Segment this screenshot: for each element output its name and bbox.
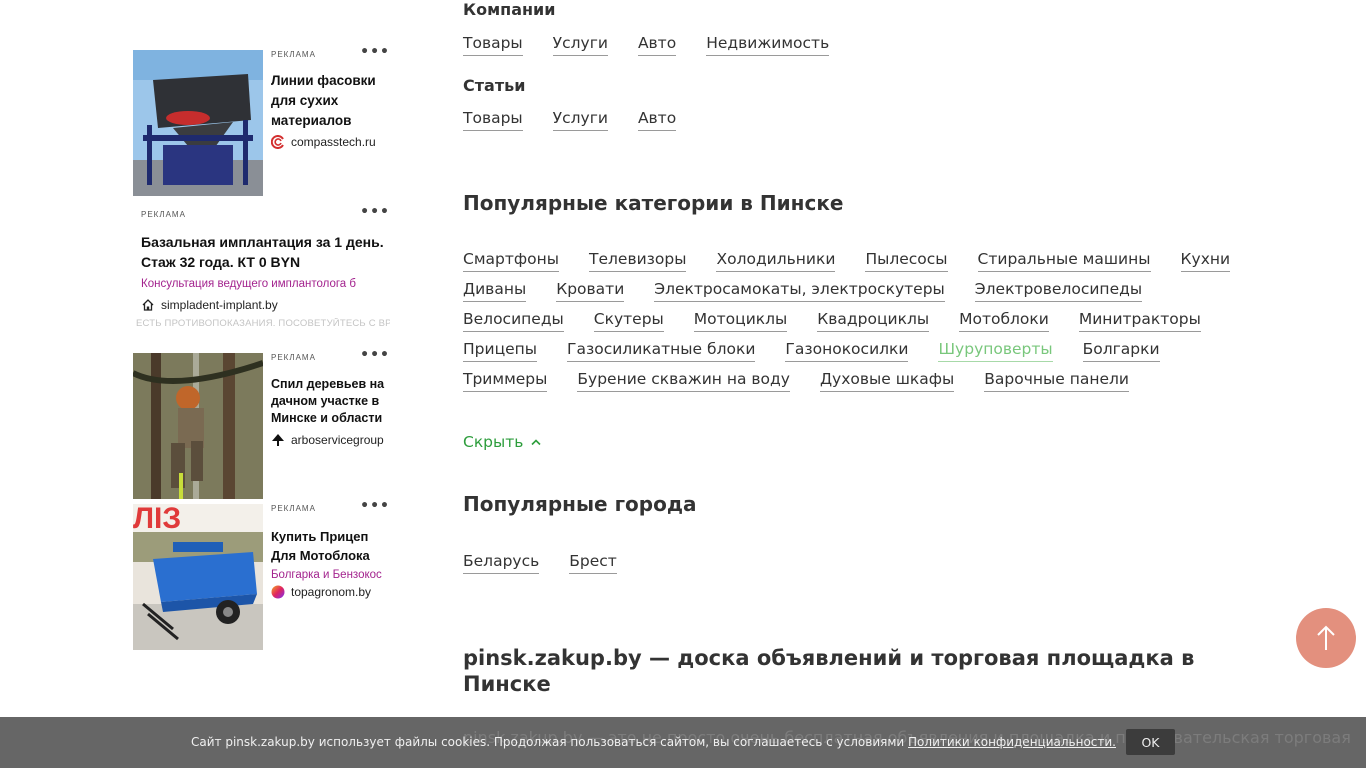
ad-image[interactable]: ЛІЗ [133,504,263,650]
ad-image[interactable] [133,353,263,499]
ad-subtitle[interactable]: Консультация ведущего имплантолога б [141,278,385,290]
cookie-ok-button[interactable]: OK [1126,729,1175,755]
hide-label: Скрыть [463,433,524,451]
popular-cities-title: Популярные города [463,492,697,516]
ad-domain-text: topagronom.by [291,585,372,599]
compass-logo-icon [271,135,284,149]
category-link[interactable]: Кровати [556,278,625,302]
category-link[interactable]: Триммеры [463,368,548,392]
tree-icon [272,434,284,446]
companies-link-goods[interactable]: Товары [463,32,523,56]
hide-categories-button[interactable]: Скрыть [463,433,542,451]
category-link[interactable]: Пылесосы [865,248,948,272]
articles-link-goods[interactable]: Товары [463,107,523,131]
ad-card[interactable]: РЕКЛАМА ••• Линии фасовки для сухих мате… [133,44,390,196]
companies-link-auto[interactable]: Авто [637,32,677,56]
cookie-message: Сайт pinsk.zakup.by использует файлы coo… [191,735,905,749]
ad-disclaimer: ЕСТЬ ПРОТИВОПОКАЗАНИЯ. ПОСОВЕТУЙТЕСЬ С В… [136,318,390,329]
popular-categories-links: Смартфоны Телевизоры Холодильники Пылесо… [463,248,1243,392]
ad-card[interactable]: РЕКЛАМА ••• Базальная имплантация за 1 д… [136,204,390,350]
companies-links: Товары Услуги Авто Недвижимость [463,32,1243,56]
more-options-icon[interactable]: ••• [360,347,390,363]
ad-card[interactable]: РЕКЛАМА ••• Спил деревьев на дачном учас… [133,347,390,499]
city-link-brest[interactable]: Брест [569,550,617,574]
svg-text:ЛІЗ: ЛІЗ [133,504,181,535]
category-link[interactable]: Телевизоры [589,248,687,272]
category-link[interactable]: Стиральные машины [977,248,1151,272]
more-options-icon[interactable]: ••• [360,498,390,514]
category-link[interactable]: Бурение скважин на воду [577,368,790,392]
category-link[interactable]: Газосиликатные блоки [567,338,756,362]
category-link[interactable]: Газонокосилки [785,338,909,362]
ad-domain-text: simpladent-implant.by [161,298,278,312]
privacy-policy-link[interactable]: Политики конфиденциальности. [908,735,1116,749]
articles-links: Товары Услуги Авто [463,107,1243,131]
category-link[interactable]: Смартфоны [463,248,559,272]
category-link[interactable]: Скутеры [593,308,664,332]
ad-image[interactable] [133,50,263,196]
ad-domain-text: arboservicegroup [291,433,384,447]
companies-link-realty[interactable]: Недвижимость [706,32,830,56]
category-link[interactable]: Велосипеды [463,308,564,332]
popular-categories-title: Популярные категории в Пинске [463,191,844,215]
ad-domain[interactable]: simpladent-implant.by [141,298,390,312]
chevron-up-icon [531,439,542,446]
arrow-up-icon [1317,625,1335,650]
category-link[interactable]: Электровелосипеды [974,278,1143,302]
home-icon [142,299,154,311]
city-link-belarus[interactable]: Беларусь [463,550,540,574]
category-link[interactable]: Духовые шкафы [819,368,955,392]
cookie-text: Сайт pinsk.zakup.by использует файлы coo… [191,735,1116,749]
more-options-icon[interactable]: ••• [360,44,390,60]
category-link[interactable]: Холодильники [716,248,836,272]
ad-domain[interactable]: arboservicegroup [271,433,390,447]
section-title-articles: Статьи [463,76,526,95]
ad-card[interactable]: ЛІЗ РЕКЛАМА ••• Купить Прицеп Для Мотобл… [133,498,390,650]
topagronom-logo-icon [271,585,285,599]
ad-text: РЕКЛАМА ••• Линии фасовки для сухих мате… [271,44,390,149]
section-title-companies: Компании [463,0,556,19]
ad-subtitle[interactable]: Болгарка и Бензокос [271,569,390,581]
ad-title[interactable]: Базальная имплантация за 1 день. Стаж 32… [141,232,390,272]
category-link[interactable]: Кухни [1180,248,1231,272]
popular-cities-links: Беларусь Брест [463,550,1243,574]
category-link[interactable]: Варочные панели [984,368,1129,392]
ad-domain-text: compasstech.ru [291,135,376,149]
ad-text: РЕКЛАМА ••• Купить Прицеп Для Мотоблока … [271,498,390,599]
category-link[interactable]: Мотоблоки [959,308,1049,332]
ad-text: РЕКЛАМА ••• Спил деревьев на дачном учас… [271,347,390,447]
site-title: pinsk.zakup.by — доска объявлений и торг… [463,646,1195,696]
category-link-active[interactable]: Шуруповерты [938,338,1053,362]
category-link[interactable]: Квадроциклы [817,308,930,332]
ad-title[interactable]: Спил деревьев на дачном участке в Минске… [271,376,390,427]
category-link[interactable]: Электросамокаты, электроскутеры [654,278,945,302]
ad-domain[interactable]: topagronom.by [271,585,390,599]
articles-link-services[interactable]: Услуги [552,107,608,131]
ad-domain[interactable]: compasstech.ru [271,135,390,149]
category-link[interactable]: Диваны [463,278,527,302]
category-link[interactable]: Прицепы [463,338,538,362]
articles-link-auto[interactable]: Авто [637,107,677,131]
ad-title[interactable]: Линии фасовки для сухих материалов [271,71,390,131]
category-link[interactable]: Минитракторы [1078,308,1201,332]
ad-label: РЕКЛАМА [141,210,186,219]
scroll-to-top-button[interactable] [1296,608,1356,668]
category-link[interactable]: Мотоциклы [693,308,788,332]
category-link[interactable]: Болгарки [1082,338,1160,362]
companies-link-services[interactable]: Услуги [552,32,608,56]
ad-title[interactable]: Купить Прицеп Для Мотоблока [271,527,390,565]
more-options-icon[interactable]: ••• [360,204,390,220]
